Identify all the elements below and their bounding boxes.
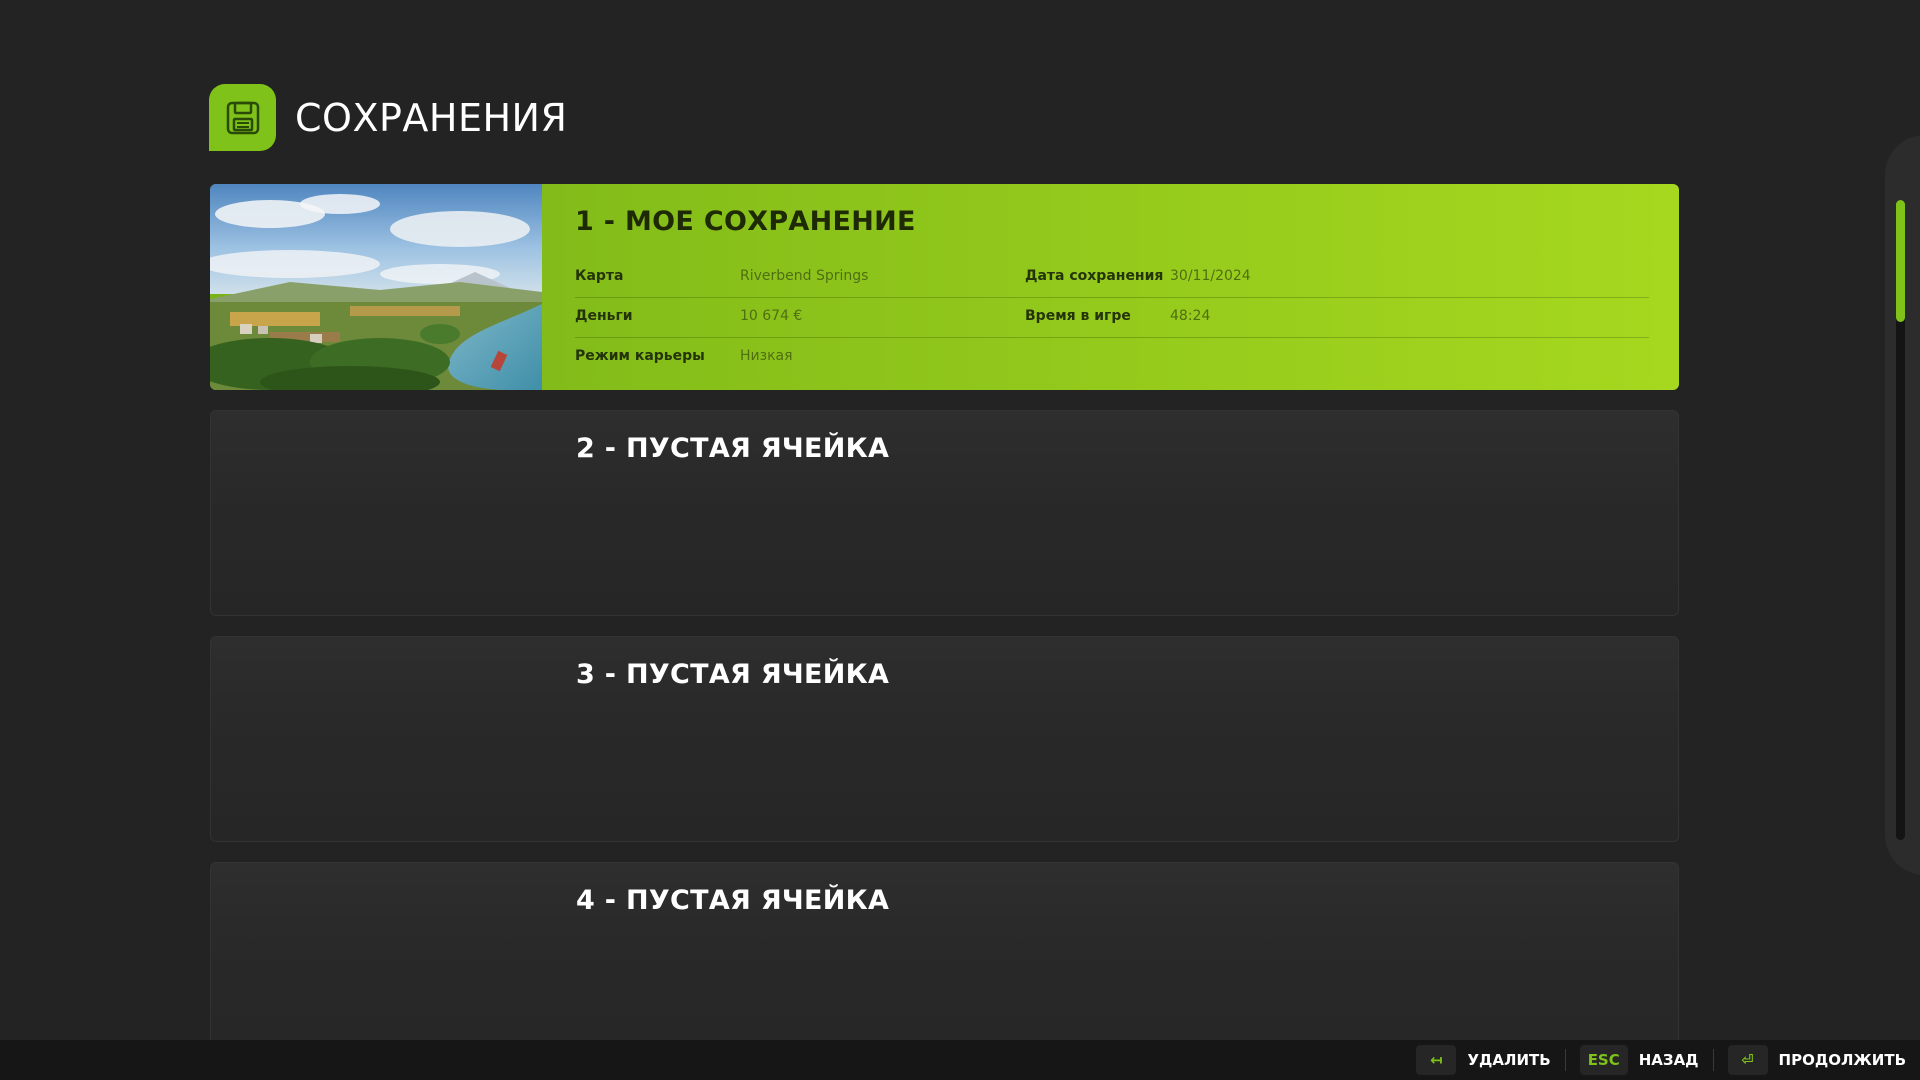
back-label: НАЗАД [1638,1051,1699,1069]
footer-actions: ↤ УДАЛИТЬ ESC НАЗАД ⏎ ПРОДОЛЖИТЬ [1416,1040,1906,1080]
esc-key-icon: ESC [1579,1045,1628,1075]
enter-key-icon: ⏎ [1727,1045,1768,1075]
slot-title: 4 - ПУСТАЯ ЯЧЕЙКА [576,885,890,916]
save-info-table: Карта Riverbend Springs Дата сохранения … [575,258,1649,378]
page-header: СОХРАНЕНИЯ [209,84,567,151]
map-label: Карта [575,268,624,284]
scrollbar-thumb[interactable] [1896,200,1905,322]
floppy-disk-icon [209,84,276,151]
save-date-value: 30/11/2024 [1170,268,1251,284]
save-date-label: Дата сохранения [1025,268,1164,284]
slot-title: 2 - ПУСТАЯ ЯЧЕЙКА [576,433,890,464]
savegame-thumbnail [210,184,542,390]
delete-label: УДАЛИТЬ [1467,1051,1551,1069]
money-label: Деньги [575,308,633,324]
playtime-value: 48:24 [1170,308,1211,324]
info-row: Режим карьеры Низкая [575,338,1649,378]
footer-bar: ↤ УДАЛИТЬ ESC НАЗАД ⏎ ПРОДОЛЖИТЬ [0,1040,1920,1080]
delete-key-icon: ↤ [1416,1045,1457,1075]
save-slot-list: 1 - МОЕ СОХРАНЕНИЕ Карта Riverbend Sprin… [210,184,1679,1080]
save-games-screen: СОХРАНЕНИЯ 1 - МОЕ СОХРАНЕНИЕ Карта Rive… [0,0,1920,1080]
save-slot-4[interactable]: 4 - ПУСТАЯ ЯЧЕЙКА [210,862,1679,1068]
save-slot-1[interactable]: 1 - МОЕ СОХРАНЕНИЕ Карта Riverbend Sprin… [210,184,1679,390]
delete-button[interactable]: ↤ УДАЛИТЬ [1416,1040,1551,1080]
page-title: СОХРАНЕНИЯ [295,95,568,140]
continue-button[interactable]: ⏎ ПРОДОЛЖИТЬ [1727,1040,1906,1080]
career-mode-value: Низкая [740,348,793,364]
money-value: 10 674 € [740,308,803,324]
info-row: Деньги 10 674 € Время в игре 48:24 [575,298,1649,338]
back-button[interactable]: ESC НАЗАД [1579,1040,1699,1080]
save-slot-3[interactable]: 3 - ПУСТАЯ ЯЧЕЙКА [210,636,1679,842]
save-slot-2[interactable]: 2 - ПУСТАЯ ЯЧЕЙКА [210,410,1679,616]
slot-title: 1 - МОЕ СОХРАНЕНИЕ [575,206,916,237]
info-row: Карта Riverbend Springs Дата сохранения … [575,258,1649,298]
playtime-label: Время в игре [1025,308,1131,324]
footer-divider [1712,1049,1714,1071]
map-value: Riverbend Springs [740,268,869,284]
slot-title: 3 - ПУСТАЯ ЯЧЕЙКА [576,659,890,690]
career-mode-label: Режим карьеры [575,348,705,364]
continue-label: ПРОДОЛЖИТЬ [1778,1051,1906,1069]
footer-divider [1564,1049,1566,1071]
